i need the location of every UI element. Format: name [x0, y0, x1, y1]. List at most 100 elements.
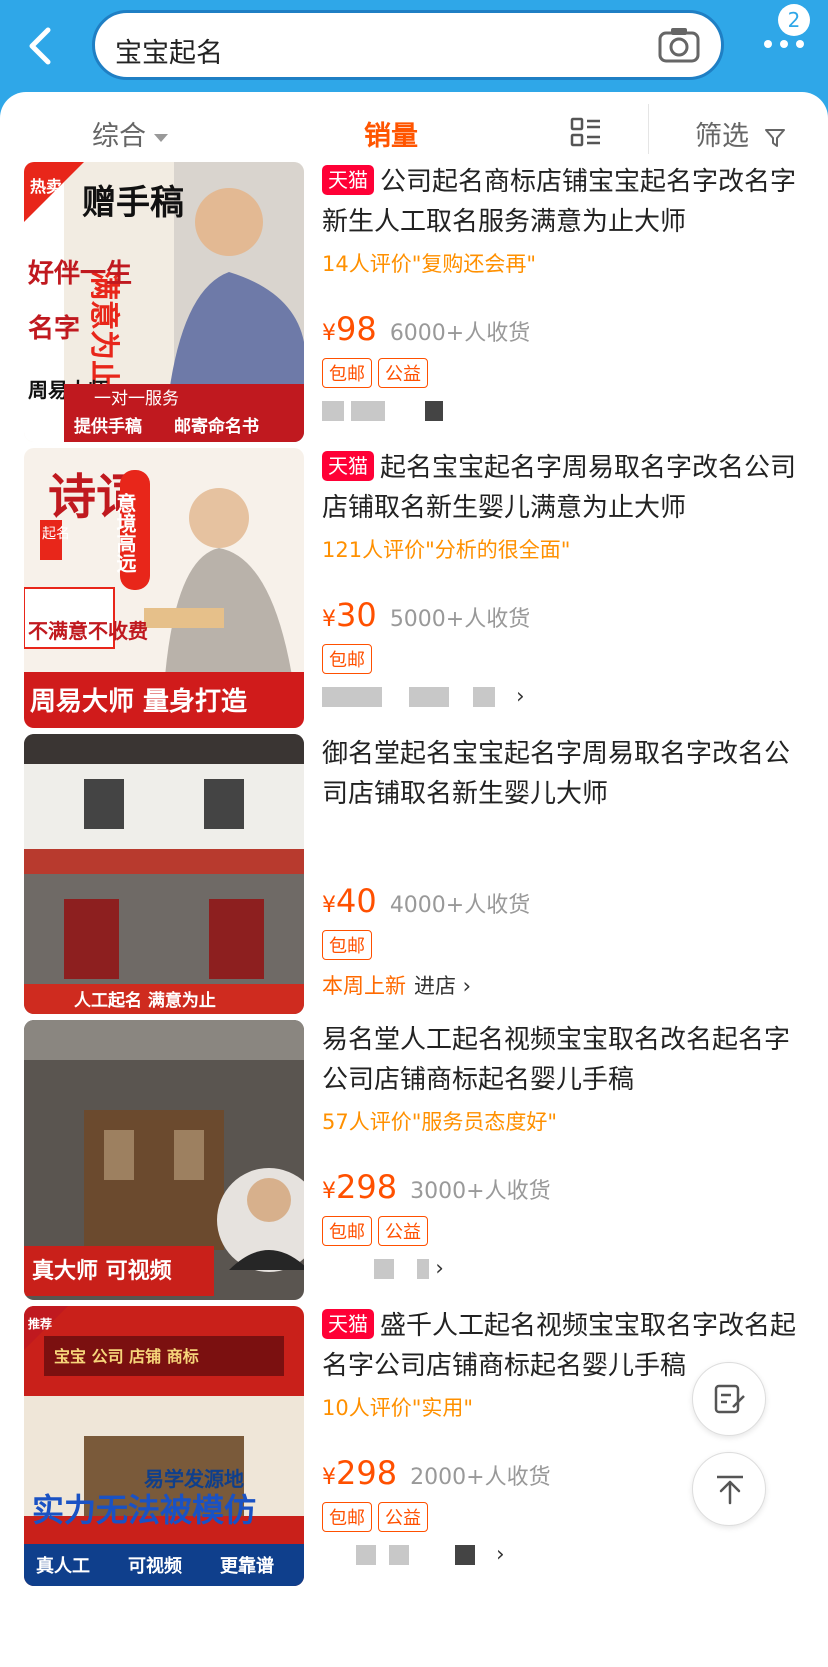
svg-text:起名: 起名: [42, 526, 70, 542]
svg-text:好伴一生: 好伴一生: [27, 259, 132, 289]
tag: 公益: [378, 358, 428, 388]
svg-text:不满意不收费: 不满意不收费: [28, 619, 148, 643]
tab-divider: [648, 104, 649, 154]
product-image[interactable]: 人工起名 满意为止: [24, 734, 304, 1014]
product-title[interactable]: 天猫 起名宝宝起名字周易取名字改名公司店铺取名新生婴儿满意为止大师: [322, 448, 808, 528]
filter-icon: [764, 128, 785, 147]
svg-text:实力无法被模仿: 实力无法被模仿: [32, 1491, 256, 1529]
tab-filter-label: 筛选: [695, 121, 749, 152]
review-summary: 121人评价"分析的很全面": [322, 538, 571, 562]
svg-text:可视频: 可视频: [128, 1555, 182, 1577]
sold-count: 3000+人收货: [410, 1179, 551, 1204]
blurred-shop-name: [455, 1545, 476, 1565]
svg-text:提供手稿: 提供手稿: [74, 416, 142, 437]
sold-count: 4000+人收货: [389, 893, 531, 918]
product-image[interactable]: 热卖 赠手稿 满意为止 好伴一生 名字 周易大师 一对一服务 提供手稿 邮寄命名…: [24, 162, 304, 442]
tag-list: 包邮: [322, 644, 378, 674]
caret-down-icon: [154, 133, 168, 142]
product-image[interactable]: 宝宝 公司 店铺 商标 易学发源地 实力无法被模仿 真人工 可视频 更靠谱 推荐: [24, 1306, 304, 1586]
blurred-shop-name: [356, 1545, 376, 1565]
shop-row[interactable]: ›: [322, 1542, 504, 1566]
product-image[interactable]: 诗词 起名 意境高远 不满意不收费 周易大师 量身打造: [24, 448, 304, 728]
hot-label: 热卖: [30, 177, 62, 196]
product-card[interactable]: 诗词 起名 意境高远 不满意不收费 周易大师 量身打造 天猫 起名宝宝起名字周易取…: [0, 448, 828, 734]
tag-list: 包邮 公益: [322, 358, 434, 388]
notification-badge: 2: [778, 4, 810, 36]
search-box[interactable]: 宝宝起名: [92, 10, 724, 80]
shop-row[interactable]: 本周上新 进店 ›: [322, 970, 471, 1000]
price-row: ¥40 4000+人收货: [322, 882, 530, 920]
tag: 包邮: [322, 930, 372, 960]
blurred-shop-name: [416, 1259, 429, 1279]
list-layout-icon[interactable]: [570, 116, 602, 148]
product-card[interactable]: 人工起名 满意为止 御名堂起名宝宝起名字周易取名字改名公司店铺取名新生婴儿大师 …: [0, 734, 828, 1020]
tag-list: 包邮 公益: [322, 1216, 434, 1246]
product-title[interactable]: 易名堂人工起名视频宝宝取名改名起名字公司店铺商标起名婴儿手稿: [322, 1020, 808, 1100]
product-card[interactable]: 真大师 可视频 易名堂人工起名视频宝宝取名改名起名字公司店铺商标起名婴儿手稿 5…: [0, 1020, 828, 1306]
search-input[interactable]: 宝宝起名: [115, 31, 223, 70]
review-summary: 14人评价"复购还会再": [322, 252, 537, 276]
sort-tabs: 综合 销量 筛选: [0, 92, 828, 172]
shop-row[interactable]: ›: [322, 1256, 444, 1280]
svg-text:宝宝 公司 店铺 商标: 宝宝 公司 店铺 商标: [54, 1347, 199, 1366]
price: ¥40: [322, 882, 377, 920]
svg-text:名字: 名字: [28, 313, 80, 344]
tag: 包邮: [322, 1216, 372, 1246]
product-info: 易名堂人工起名视频宝宝取名改名起名字公司店铺商标起名婴儿手稿 57人评价"服务员…: [322, 1020, 808, 1280]
product-title[interactable]: 天猫 公司起名商标店铺宝宝起名字改名字新生人工取名服务满意为止大师: [322, 162, 808, 242]
tag: 包邮: [322, 358, 372, 388]
blurred-shop-name: [322, 401, 344, 421]
price-row: ¥298 3000+人收货: [322, 1168, 551, 1206]
top-bar: 宝宝起名 2: [0, 0, 828, 100]
results-panel: 综合 销量 筛选 热卖 赠手稿 满意为止 好伴一生 名字 一对一服务 提供手稿 …: [0, 92, 828, 1667]
price: ¥298: [322, 1168, 398, 1206]
price: ¥98: [322, 310, 377, 348]
product-card[interactable]: 热卖 赠手稿 满意为止 好伴一生 名字 周易大师 一对一服务 提供手稿 邮寄命名…: [0, 162, 828, 448]
svg-text:推荐: 推荐: [28, 1316, 52, 1331]
svg-text:赠手稿: 赠手稿: [82, 183, 184, 223]
enter-shop-link[interactable]: 进店: [414, 974, 456, 998]
shop-row[interactable]: ›: [322, 684, 524, 708]
price-row: ¥30 5000+人收货: [322, 596, 530, 634]
svg-text:真大师 可视频: 真大师 可视频: [32, 1258, 172, 1284]
back-to-top-button[interactable]: [692, 1452, 766, 1526]
product-info: 御名堂起名宝宝起名字周易取名字改名公司店铺取名新生婴儿大师 ¥40 4000+人…: [322, 734, 808, 998]
tmall-badge: 天猫: [322, 451, 374, 481]
svg-text:周易大师 量身打造: 周易大师 量身打造: [30, 686, 247, 717]
back-arrow-icon[interactable]: [22, 22, 62, 70]
product-title[interactable]: 御名堂起名宝宝起名字周易取名字改名公司店铺取名新生婴儿大师: [322, 734, 808, 814]
feedback-button[interactable]: [692, 1362, 766, 1436]
tab-general-label: 综合: [92, 121, 146, 152]
blurred-shop-name: [473, 687, 496, 707]
tab-filter[interactable]: 筛选: [695, 114, 786, 153]
tag: 公益: [378, 1502, 428, 1532]
tag-list: 包邮: [322, 930, 378, 960]
product-image[interactable]: 真大师 可视频: [24, 1020, 304, 1300]
shop-row[interactable]: [322, 398, 444, 422]
more-icon[interactable]: [760, 30, 810, 70]
edit-note-icon: [714, 1384, 745, 1414]
tag-list: 包邮 公益: [322, 1502, 434, 1532]
sold-count: 2000+人收货: [410, 1465, 551, 1490]
chevron-right-icon: ›: [435, 1256, 444, 1280]
price: ¥30: [322, 596, 377, 634]
chevron-right-icon: ›: [496, 1542, 505, 1566]
tab-sales[interactable]: 销量: [364, 114, 418, 153]
price: ¥298: [322, 1454, 398, 1492]
blurred-shop-name: [408, 687, 449, 707]
tab-general[interactable]: 综合: [92, 114, 168, 153]
product-card[interactable]: 宝宝 公司 店铺 商标 易学发源地 实力无法被模仿 真人工 可视频 更靠谱 推荐…: [0, 1306, 828, 1592]
blurred-shop-name: [322, 687, 382, 707]
product-info: 天猫 公司起名商标店铺宝宝起名字改名字新生人工取名服务满意为止大师 14人评价"复…: [322, 162, 808, 421]
sold-count: 5000+人收货: [389, 607, 531, 632]
svg-text:邮寄命名书: 邮寄命名书: [174, 416, 259, 437]
svg-text:更靠谱: 更靠谱: [220, 1555, 274, 1577]
camera-icon[interactable]: [657, 25, 701, 65]
svg-text:意境高远: 意境高远: [113, 492, 137, 574]
blurred-shop-name: [388, 1545, 409, 1565]
blurred-shop-name: [374, 1259, 394, 1279]
price-row: ¥98 6000+人收货: [322, 310, 530, 348]
tag: 包邮: [322, 1502, 372, 1532]
product-info: 天猫 起名宝宝起名字周易取名字改名公司店铺取名新生婴儿满意为止大师 121人评价"…: [322, 448, 808, 708]
svg-text:真人工: 真人工: [36, 1555, 90, 1577]
